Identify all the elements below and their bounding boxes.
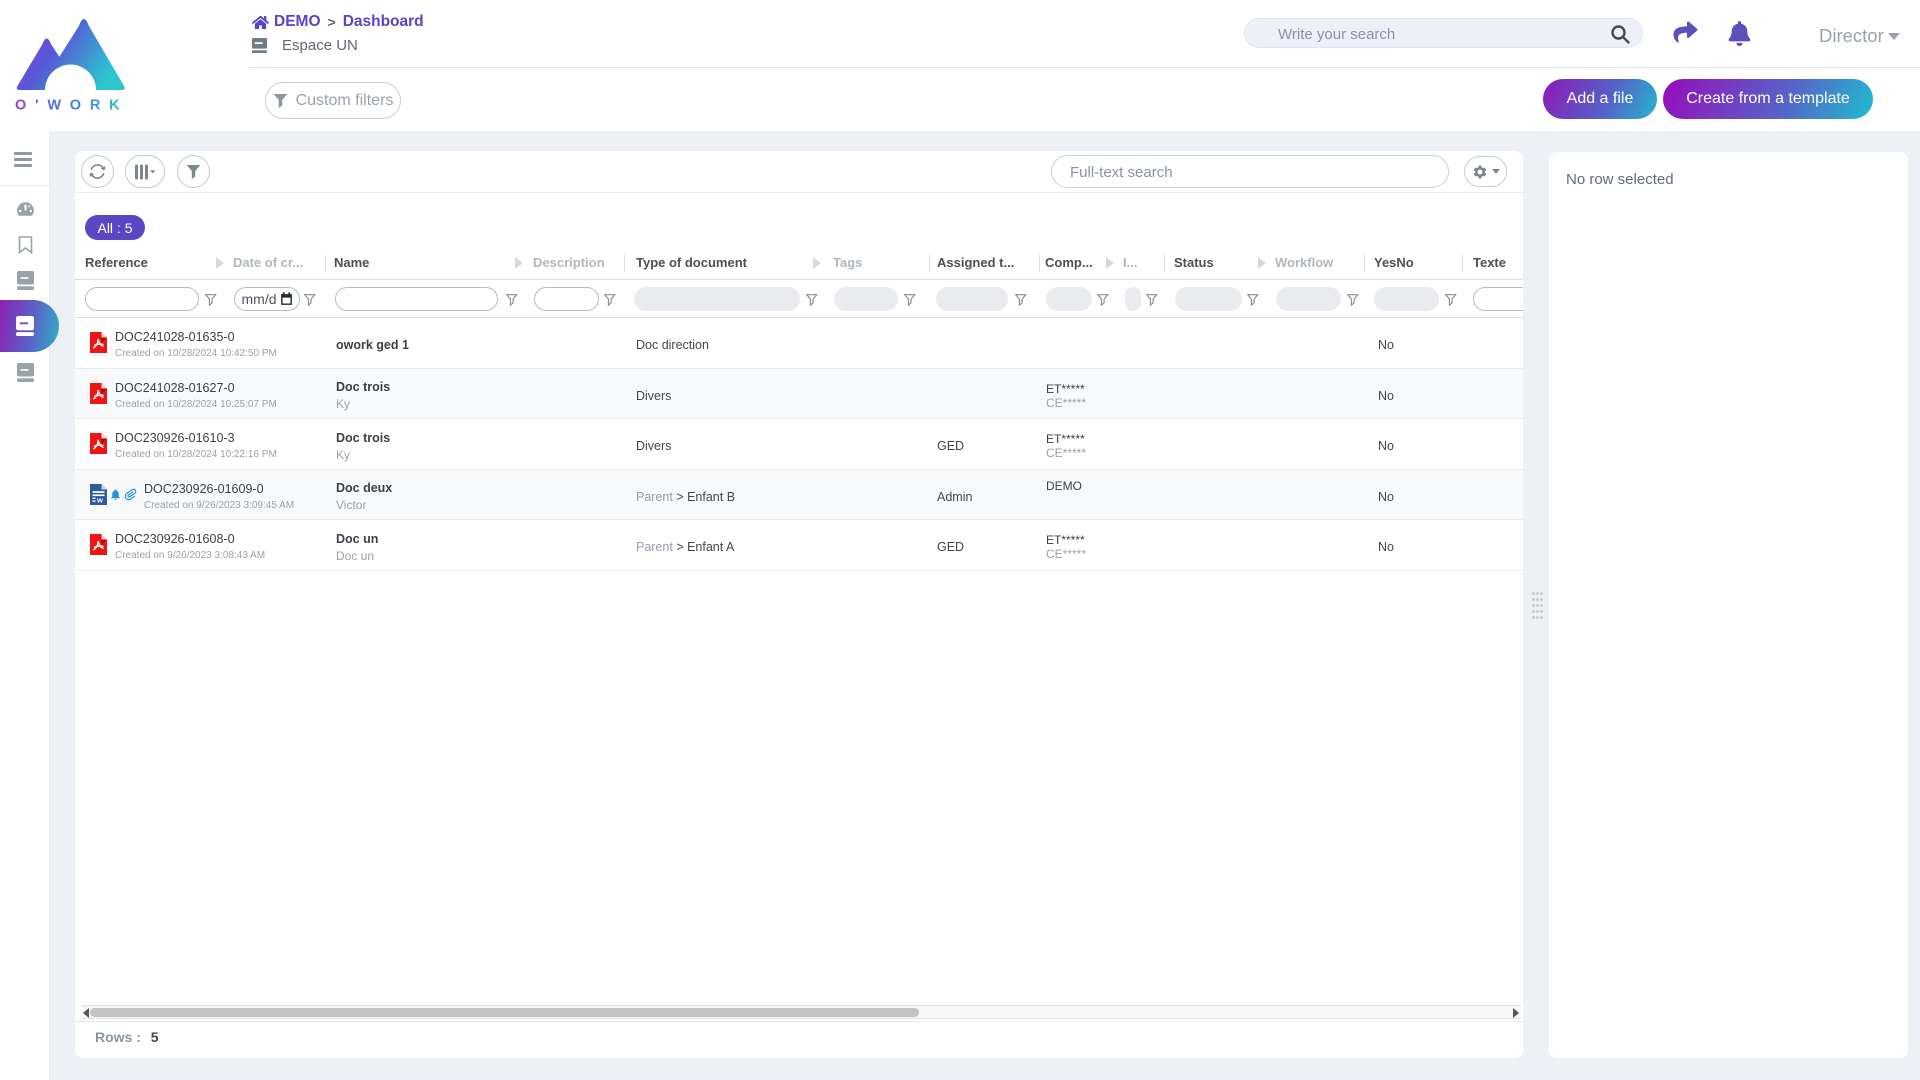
svg-text:O'WORK: O'WORK	[15, 98, 128, 114]
svg-text:w: w	[96, 495, 103, 504]
